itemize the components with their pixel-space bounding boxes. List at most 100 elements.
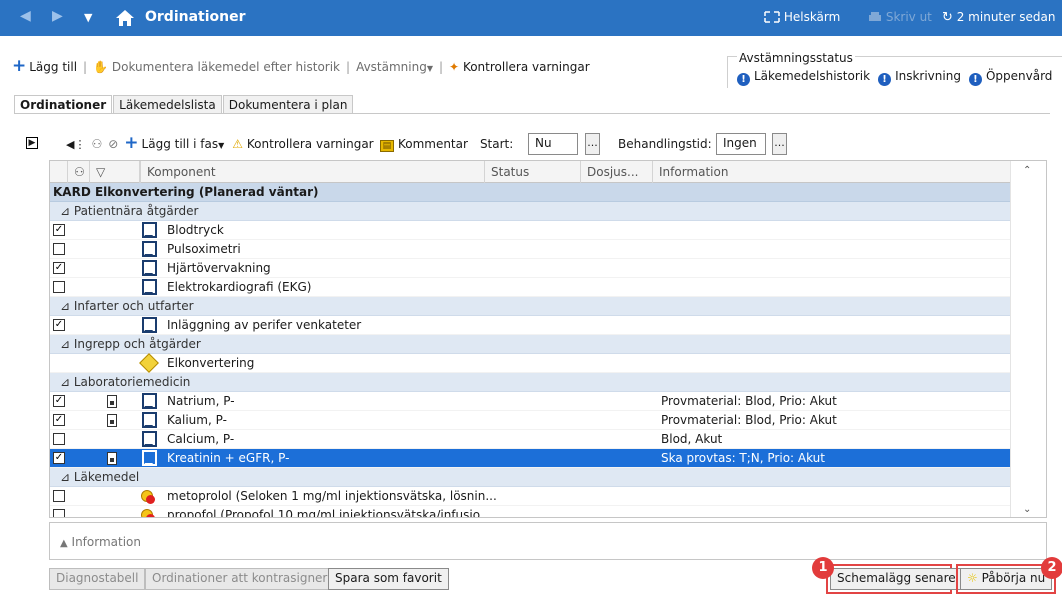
document-history-button[interactable]: ✋ Dokumentera läkemedel efter historik [93, 60, 340, 74]
group-row[interactable]: ⊿ Laboratoriemedicin [50, 373, 1010, 392]
group-row[interactable]: ⊿ Patientnära åtgärder [50, 202, 1010, 221]
arrow-left-icon[interactable]: ◀⋮ [66, 138, 85, 151]
component-label: Kreatinin + eGFR, P- [167, 451, 290, 465]
component-label: Elkonvertering [167, 356, 255, 370]
contrasign-button[interactable]: Ordinationer att kontrasignera [145, 568, 342, 590]
column-komponent[interactable]: Komponent [140, 161, 485, 183]
annotation-badge: 1 [812, 557, 834, 579]
pill-column-header[interactable]: ⚇ [68, 161, 90, 183]
add-to-phase-button[interactable]: + Lägg till i fas▼ [124, 135, 224, 152]
lightbulb-icon: ☼ [967, 571, 978, 585]
row-checkbox[interactable]: ✓ [53, 319, 65, 331]
order-clipboard-icon [142, 412, 157, 428]
document-icon [107, 414, 117, 427]
group-row[interactable]: ⊿ Infarter och utfarter [50, 297, 1010, 316]
information-toggle[interactable]: ▲ Information [60, 535, 141, 549]
hand-icon: ✋ [93, 60, 109, 74]
start-label: Start: [479, 137, 514, 151]
order-set-header[interactable]: KARD Elkonvertering (Planerad väntar) [50, 183, 1010, 202]
information-cell: Provmaterial: Blod, Prio: Akut [661, 413, 837, 427]
home-icon[interactable] [114, 7, 136, 29]
table-row[interactable]: metoprolol (Seloken 1 mg/ml injektionsvä… [50, 487, 1010, 506]
chevron-down-icon: ▼ [426, 64, 433, 73]
print-label: Skriv ut [885, 10, 932, 24]
table-row[interactable]: ✓ Hjärtövervakning [50, 259, 1010, 278]
back-icon[interactable]: ◀ [20, 8, 31, 24]
status-label: Läkemedelshistorik [754, 69, 871, 83]
row-checkbox[interactable] [53, 281, 65, 293]
table-row[interactable]: Elektrokardiografi (EKG) [50, 278, 1010, 297]
order-clipboard-icon [142, 317, 157, 333]
table-row[interactable]: ✓ Blodtryck [50, 221, 1010, 240]
row-checkbox[interactable]: ✓ [53, 224, 65, 236]
collapse-up-icon: ▲ [60, 538, 68, 549]
row-checkbox[interactable]: ✓ [53, 452, 65, 464]
row-checkbox[interactable] [53, 509, 65, 517]
grid-rows: KARD Elkonvertering (Planerad väntar) ⊿ P… [50, 183, 1010, 518]
check-warnings-label: Kontrollera varningar [246, 137, 374, 151]
row-checkbox[interactable] [53, 433, 65, 445]
fullscreen-icon [764, 11, 780, 23]
save-favorite-button[interactable]: Spara som favorit [328, 568, 449, 590]
title-bar: ◀ ▶ ▼ Ordinationer Helskärm Skriv ut ↻ 2… [0, 0, 1062, 36]
row-checkbox[interactable] [53, 490, 65, 502]
duration-picker-button[interactable]: ... [772, 133, 787, 155]
checkbox-column-header [50, 161, 68, 183]
status-label: Inskrivning [895, 69, 961, 83]
component-label: Kalium, P- [167, 413, 227, 427]
duration-field[interactable]: Ingen [716, 133, 766, 155]
comment-button[interactable]: ▤ Kommentar [379, 137, 468, 152]
row-checkbox[interactable]: ✓ [53, 395, 65, 407]
schedule-later-button[interactable]: Schemalägg senare [830, 568, 963, 590]
cancel-icon[interactable]: ⊘ [108, 137, 118, 151]
scroll-down-icon[interactable]: ⌄ [1023, 504, 1031, 515]
tab-ordinationer[interactable]: Ordinationer [14, 95, 113, 114]
table-row[interactable]: ✓ Inläggning av perifer venkateter [50, 316, 1010, 335]
refresh-label: 2 minuter sedan [956, 10, 1056, 24]
column-information[interactable]: Information [653, 161, 1010, 183]
table-row[interactable]: Pulsoximetri [50, 240, 1010, 259]
table-row[interactable]: propofol (Propofol 10 mg/ml injektionsvä… [50, 506, 1010, 518]
status-outpatient[interactable]: ! Öppenvård [968, 69, 1052, 86]
check-warnings-button[interactable]: ✦ Kontrollera varningar [449, 60, 590, 74]
table-row[interactable]: ✓ Natrium, P- Provmaterial: Blod, Prio: Ak… [50, 392, 1010, 411]
row-checkbox[interactable] [53, 243, 65, 255]
add-button[interactable]: + Lägg till [12, 58, 78, 75]
table-row[interactable]: ✓ Kreatinin + eGFR, P- Ska provtas: T;N, P… [50, 449, 1010, 468]
row-checkbox[interactable]: ✓ [53, 262, 65, 274]
forward-icon[interactable]: ▶ [52, 8, 63, 24]
row-checkbox[interactable]: ✓ [53, 414, 65, 426]
group-row[interactable]: ⊿ Läkemedel [50, 468, 1010, 487]
pill-icon[interactable]: ⚇ [91, 137, 102, 151]
table-row[interactable]: Calcium, P- Blod, Akut [50, 430, 1010, 449]
start-picker-button[interactable]: ... [585, 133, 600, 155]
reconcile-button[interactable]: Avstämning▼ [356, 60, 433, 74]
start-now-button[interactable]: ☼ Påbörja nu [960, 568, 1053, 590]
column-dosjus[interactable]: Dosjus... [581, 161, 653, 183]
add-label: Lägg till [29, 60, 78, 74]
expand-panel-icon[interactable]: ▶ [26, 137, 38, 149]
table-row[interactable]: Elkonvertering [50, 353, 1010, 373]
tab-dokumentera-i-plan[interactable]: Dokumentera i plan [222, 95, 354, 114]
start-field[interactable]: Nu [528, 133, 578, 155]
procedure-icon [139, 353, 159, 373]
group-row[interactable]: ⊿ Ingrepp och åtgärder [50, 335, 1010, 354]
refresh-button[interactable]: ↻ 2 minuter sedan [942, 10, 1055, 25]
vertical-scrollbar[interactable]: ⌃ ⌄ [1010, 161, 1046, 517]
chevron-down-icon[interactable]: ▼ [84, 11, 92, 24]
check-warnings-button[interactable]: ⚠ Kontrollera varningar [232, 137, 373, 151]
tab-lakemedelslista[interactable]: Läkemedelslista [113, 95, 222, 114]
group-label: ⊿ Patientnära åtgärder [60, 204, 199, 218]
fullscreen-label: Helskärm [783, 10, 841, 24]
status-medication-history[interactable]: ! Läkemedelshistorik [737, 69, 870, 86]
reconciliation-status-items: ! Läkemedelshistorik ! Inskrivning ! Öppenv… [737, 69, 1052, 86]
group-label: ⊿ Infarter och utfarter [60, 299, 194, 313]
filter-column-header[interactable]: ▽ [90, 161, 140, 183]
column-status[interactable]: Status [485, 161, 581, 183]
table-row[interactable]: ✓ Kalium, P- Provmaterial: Blod, Prio: Aku… [50, 411, 1010, 430]
diagnostabell-button[interactable]: Diagnostabell [49, 568, 146, 590]
scroll-up-icon[interactable]: ⌃ [1023, 165, 1031, 176]
fullscreen-button[interactable]: Helskärm [764, 10, 840, 24]
component-label: propofol (Propofol 10 mg/ml injektionsvä… [167, 508, 492, 518]
status-admission[interactable]: ! Inskrivning [878, 69, 961, 86]
